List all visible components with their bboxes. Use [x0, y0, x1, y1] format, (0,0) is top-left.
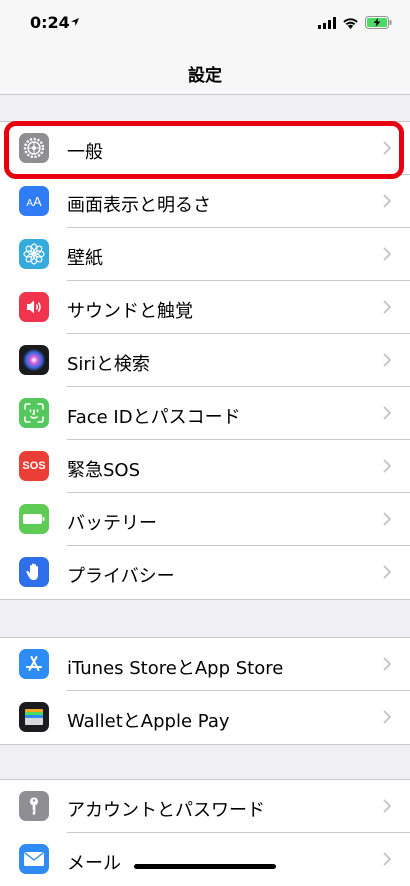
settings-row-battery[interactable]: バッテリー [0, 493, 410, 546]
wifi-icon [343, 17, 358, 29]
battery-icon [19, 504, 49, 534]
settings-row-label: プライバシー [67, 566, 175, 587]
chevron-right-icon [383, 459, 391, 473]
settings-row-label: WalletとApple Pay [67, 711, 230, 732]
settings-row-label: 壁紙 [67, 248, 103, 269]
navigation-bar: 設定 [0, 48, 410, 95]
battery-charging-icon [365, 16, 392, 29]
settings-row-emergency-sos[interactable]: SOS 緊急SOS [0, 440, 410, 493]
settings-row-general[interactable]: 一般 [0, 122, 410, 175]
wallet-icon [19, 702, 49, 732]
settings-row-label: Siriと検索 [67, 354, 150, 375]
settings-row-privacy[interactable]: プライバシー [0, 546, 410, 599]
settings-row-face-id-passcode[interactable]: Face IDとパスコード [0, 387, 410, 440]
hand-icon [19, 557, 49, 587]
chevron-right-icon [383, 247, 391, 261]
display-aa-icon: AA [19, 186, 49, 216]
settings-row-label: サウンドと触覚 [67, 301, 193, 322]
chevron-right-icon [383, 710, 391, 724]
chevron-right-icon [383, 194, 391, 208]
settings-group-1: 一般 AA 画面表示と明るさ 壁紙 サウンドと触覚 Siriと検索 Face I… [0, 121, 410, 600]
settings-row-label: メール [67, 853, 121, 874]
location-arrow-icon [71, 18, 79, 26]
status-bar: 0:24 [0, 0, 410, 48]
settings-row-accounts-passwords[interactable]: アカウントとパスワード [0, 780, 410, 833]
cellular-signal-icon [318, 16, 336, 29]
chevron-right-icon [383, 353, 391, 367]
chevron-right-icon [383, 799, 391, 813]
status-icons [318, 16, 392, 29]
key-icon [19, 791, 49, 821]
page-title: 設定 [188, 66, 222, 86]
settings-row-label: 緊急SOS [67, 460, 141, 481]
settings-row-label: iTunes StoreとApp Store [67, 658, 284, 679]
settings-row-siri-search[interactable]: Siriと検索 [0, 334, 410, 387]
wallpaper-flower-icon [19, 239, 49, 269]
home-indicator[interactable] [134, 864, 276, 869]
chevron-right-icon [383, 406, 391, 420]
settings-row-display-brightness[interactable]: AA 画面表示と明るさ [0, 175, 410, 228]
speaker-icon [19, 292, 49, 322]
chevron-right-icon [383, 852, 391, 866]
app-store-icon [19, 649, 49, 679]
chevron-right-icon [383, 300, 391, 314]
settings-row-label: Face IDとパスコード [67, 407, 241, 428]
sos-icon-text: SOS [22, 460, 46, 472]
settings-row-wallpaper[interactable]: 壁紙 [0, 228, 410, 281]
gear-icon [19, 133, 49, 163]
settings-row-mail[interactable]: メール [0, 833, 410, 886]
status-time: 0:24 [30, 13, 70, 32]
chevron-right-icon [383, 565, 391, 579]
face-id-icon [19, 398, 49, 428]
chevron-right-icon [383, 141, 391, 155]
mail-icon [19, 844, 49, 874]
settings-group-3: アカウントとパスワード メール [0, 779, 410, 886]
settings-group-2: iTunes StoreとApp Store WalletとApple Pay [0, 637, 410, 745]
settings-row-label: 画面表示と明るさ [67, 195, 211, 216]
settings-row-itunes-app-store[interactable]: iTunes StoreとApp Store [0, 638, 410, 691]
settings-row-label: 一般 [67, 142, 103, 163]
settings-row-wallet-apple-pay[interactable]: WalletとApple Pay [0, 691, 410, 744]
chevron-right-icon [383, 657, 391, 671]
sos-icon: SOS [19, 451, 49, 481]
chevron-right-icon [383, 512, 391, 526]
settings-row-label: バッテリー [67, 513, 157, 534]
settings-row-sounds-haptics[interactable]: サウンドと触覚 [0, 281, 410, 334]
siri-icon [19, 345, 49, 375]
settings-row-label: アカウントとパスワード [67, 800, 265, 821]
